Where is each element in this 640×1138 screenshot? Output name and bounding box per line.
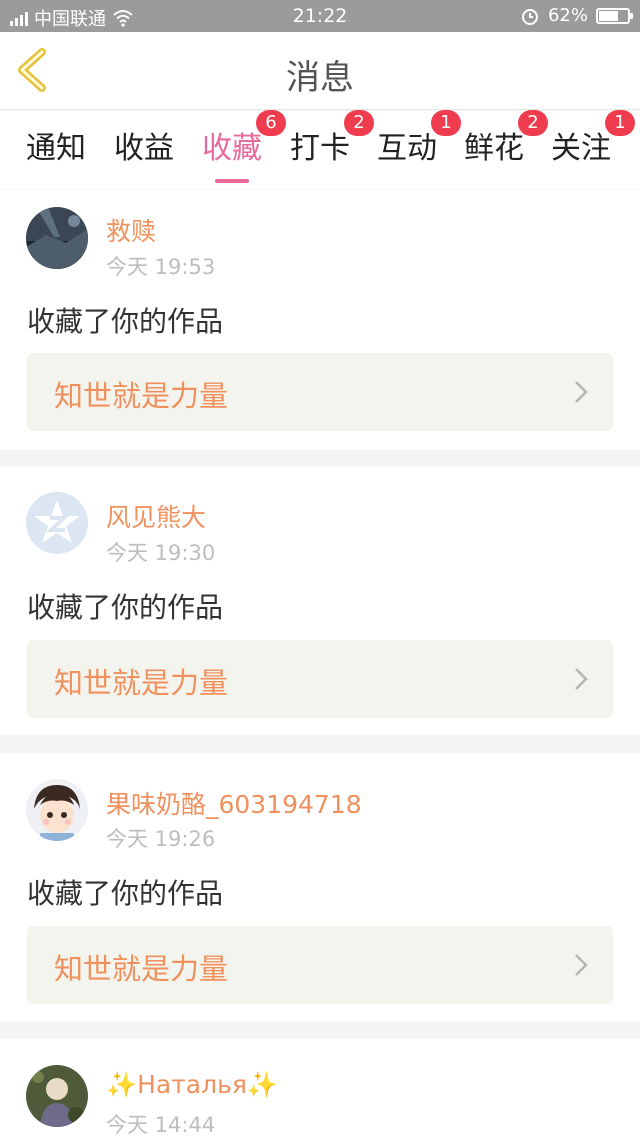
tab-badge: 2 bbox=[344, 110, 374, 136]
tab-favorites[interactable]: 收藏 6 bbox=[202, 110, 286, 183]
work-title: 知世就是力量 bbox=[54, 952, 229, 986]
chevron-right-icon bbox=[575, 954, 588, 976]
work-title: 知世就是力量 bbox=[54, 379, 229, 413]
timestamp: 今天 19:53 bbox=[106, 255, 216, 279]
work-link[interactable]: 知世就是力量 bbox=[27, 926, 613, 1004]
timestamp: 今天 14:44 bbox=[106, 1113, 216, 1137]
tab-badge: 1 bbox=[605, 110, 635, 136]
message-card: 救赎 今天 19:53 收藏了你的作品 知世就是力量 bbox=[0, 190, 640, 450]
avatar[interactable] bbox=[26, 1065, 88, 1127]
status-right: 62% bbox=[520, 5, 633, 26]
tab-badge: 1 bbox=[431, 110, 461, 136]
username[interactable]: ✨Наталья✨ bbox=[106, 1070, 278, 1100]
timestamp: 今天 19:30 bbox=[106, 541, 216, 565]
tab-label: 收藏 bbox=[202, 131, 262, 166]
tab-label: 鲜花 bbox=[464, 131, 524, 166]
avatar[interactable] bbox=[26, 207, 88, 269]
username[interactable]: 救赎 bbox=[106, 212, 156, 248]
tab-label: 收益 bbox=[114, 131, 174, 166]
action-text: 收藏了你的作品 bbox=[27, 591, 224, 624]
tab-earnings[interactable]: 收益 bbox=[114, 123, 174, 183]
page-title: 消息 bbox=[286, 58, 354, 98]
avatar[interactable] bbox=[26, 492, 88, 554]
tab-notifications[interactable]: 通知 bbox=[26, 123, 86, 183]
status-bar: 中国联通 21:22 62% bbox=[0, 0, 640, 32]
alarm-icon bbox=[521, 8, 538, 25]
tab-label: 通知 bbox=[26, 131, 86, 166]
action-text: 收藏了你的作品 bbox=[27, 877, 224, 910]
avatar[interactable] bbox=[26, 779, 88, 841]
message-card: 果味奶酪_603194718 今天 19:26 收藏了你的作品 知世就是力量 bbox=[0, 753, 640, 1021]
work-title: 知世就是力量 bbox=[54, 666, 229, 700]
tab-label: 互动 bbox=[377, 131, 437, 166]
work-link[interactable]: 知世就是力量 bbox=[27, 640, 613, 718]
battery-percent: 62% bbox=[547, 5, 588, 26]
battery-icon bbox=[596, 7, 633, 24]
nav-header: 消息 bbox=[0, 32, 640, 110]
tab-label: 关注 bbox=[551, 131, 611, 166]
tab-interactions[interactable]: 互动 1 bbox=[377, 110, 461, 183]
chevron-right-icon bbox=[575, 668, 588, 690]
work-link[interactable]: 知世就是力量 bbox=[27, 353, 613, 431]
timestamp: 今天 19:26 bbox=[106, 827, 216, 851]
active-tab-indicator bbox=[215, 179, 249, 183]
chevron-right-icon bbox=[575, 381, 588, 403]
action-text: 收藏了你的作品 bbox=[27, 305, 224, 338]
tab-following[interactable]: 关注 1 bbox=[551, 110, 635, 183]
message-card: 风见熊大 今天 19:30 收藏了你的作品 知世就是力量 bbox=[0, 467, 640, 735]
username[interactable]: 果味奶酪_603194718 bbox=[106, 785, 362, 821]
tab-flowers[interactable]: 鲜花 2 bbox=[464, 110, 548, 183]
tab-checkin[interactable]: 打卡 2 bbox=[290, 110, 374, 183]
tab-bar: 通知 收益 收藏 6 打卡 2 互动 1 鲜花 2 关注 1 bbox=[0, 110, 640, 189]
tab-label: 打卡 bbox=[290, 131, 350, 166]
username[interactable]: 风见熊大 bbox=[106, 498, 206, 534]
tab-badge: 2 bbox=[518, 110, 548, 136]
message-card: ✨Наталья✨ 今天 14:44 bbox=[0, 1039, 640, 1138]
tab-badge: 6 bbox=[256, 110, 286, 136]
